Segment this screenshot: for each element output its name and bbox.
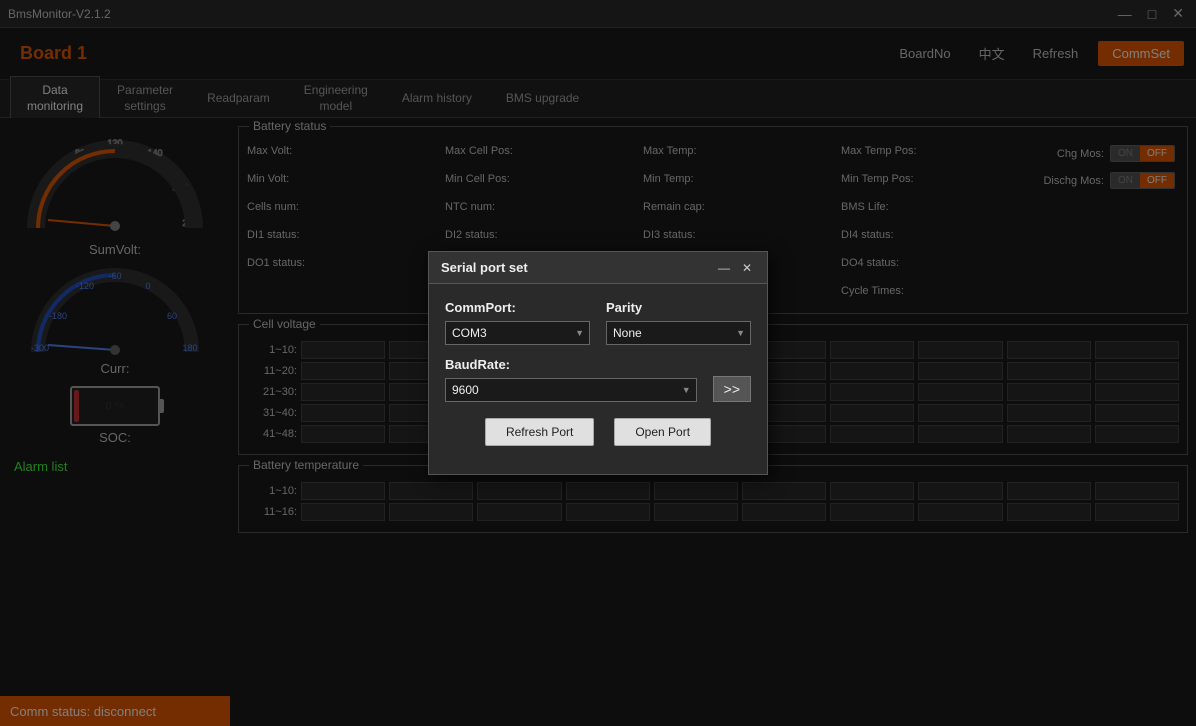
commport-parity-row: CommPort: COM1 COM2 COM3 COM4 Parity	[445, 300, 751, 345]
modal-window-controls: — ✕	[715, 261, 755, 275]
modal-overlay: Serial port set — ✕ CommPort: COM1 COM2 …	[0, 0, 1196, 726]
modal-title: Serial port set	[441, 260, 528, 275]
refresh-port-button[interactable]: Refresh Port	[485, 418, 594, 446]
parity-label: Parity	[606, 300, 751, 315]
baudrate-select-wrapper: 1200 2400 4800 9600 19200 38400 115200	[445, 378, 697, 402]
commport-field: CommPort: COM1 COM2 COM3 COM4	[445, 300, 590, 345]
open-port-button[interactable]: Open Port	[614, 418, 711, 446]
parity-select[interactable]: None Odd Even	[606, 321, 751, 345]
modal-minimize-button[interactable]: —	[715, 261, 733, 275]
modal-header: Serial port set — ✕	[429, 252, 767, 284]
modal-close-button[interactable]: ✕	[739, 261, 755, 275]
commport-select[interactable]: COM1 COM2 COM3 COM4	[445, 321, 590, 345]
modal-footer: Refresh Port Open Port	[445, 418, 751, 458]
baudrate-select[interactable]: 1200 2400 4800 9600 19200 38400 115200	[445, 378, 697, 402]
commport-select-wrapper: COM1 COM2 COM3 COM4	[445, 321, 590, 345]
baudrate-field: BaudRate: 1200 2400 4800 9600 19200 3840…	[445, 357, 697, 402]
baudrate-label: BaudRate:	[445, 357, 697, 372]
serial-port-modal: Serial port set — ✕ CommPort: COM1 COM2 …	[428, 251, 768, 475]
parity-field: Parity None Odd Even	[606, 300, 751, 345]
arrow-button[interactable]: >>	[713, 376, 751, 402]
commport-label: CommPort:	[445, 300, 590, 315]
parity-select-wrapper: None Odd Even	[606, 321, 751, 345]
modal-body: CommPort: COM1 COM2 COM3 COM4 Parity	[429, 284, 767, 474]
baudrate-row: BaudRate: 1200 2400 4800 9600 19200 3840…	[445, 357, 751, 402]
